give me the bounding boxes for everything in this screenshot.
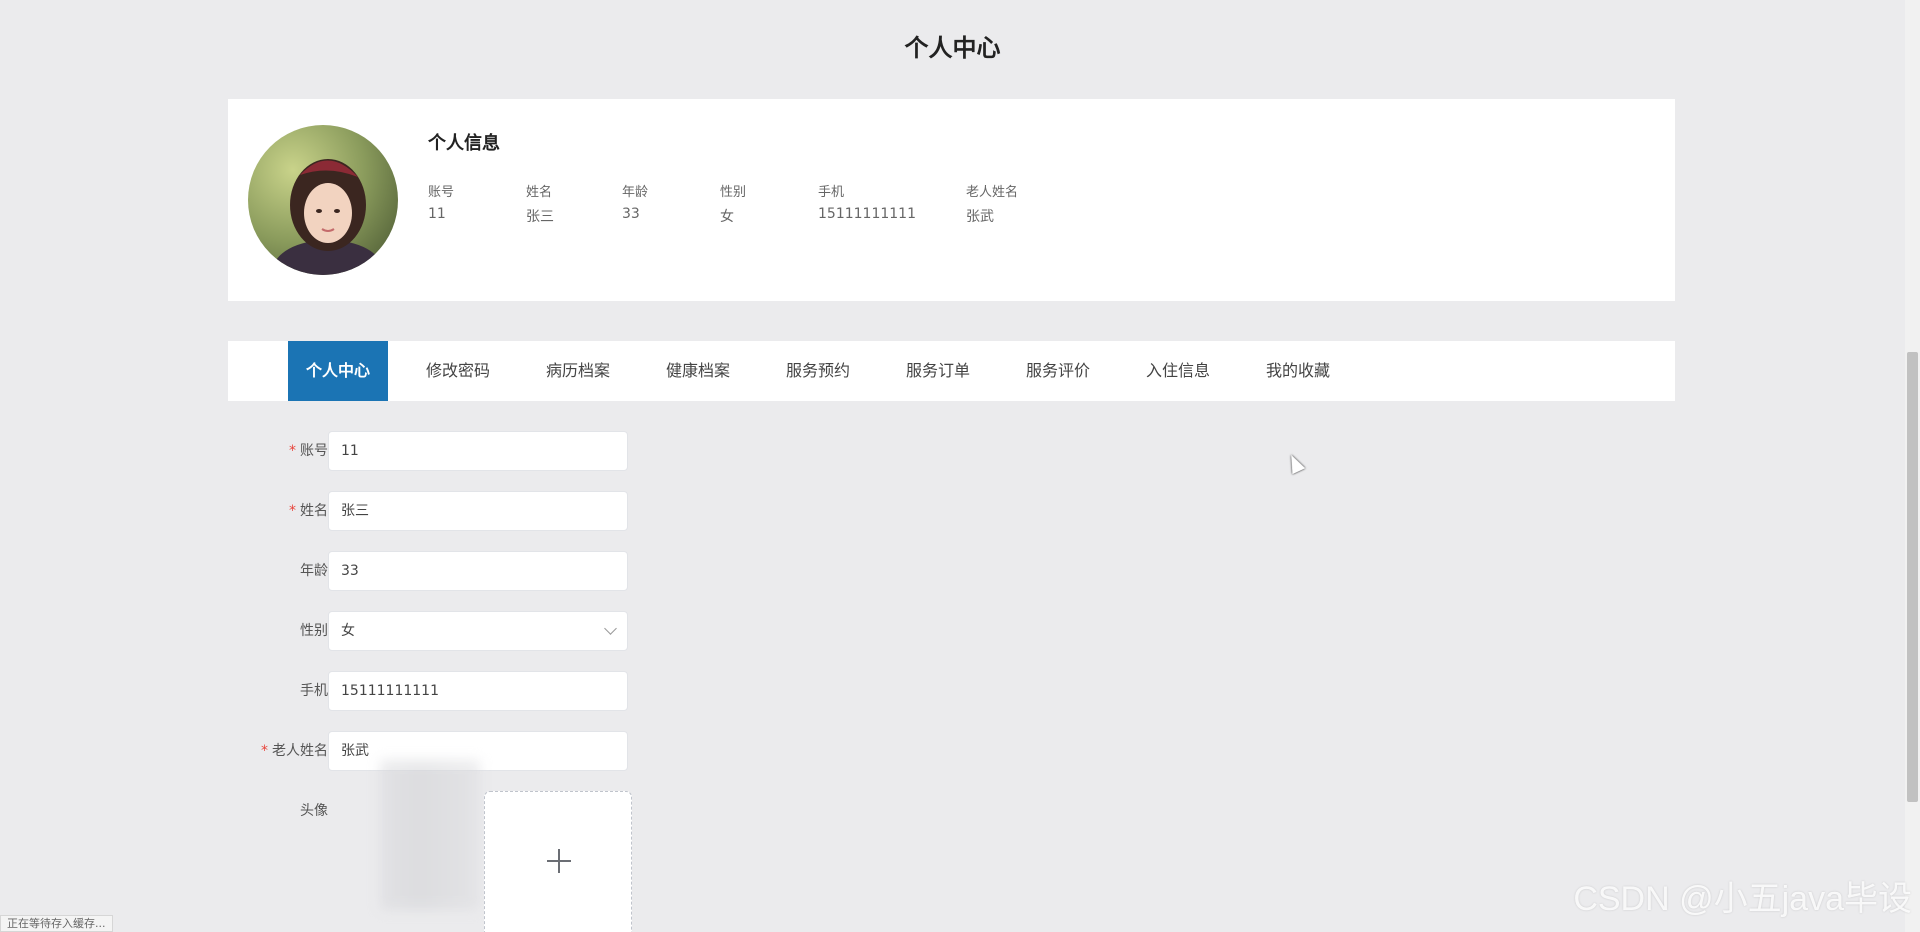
tab-check-in-info[interactable]: 入住信息 (1128, 341, 1228, 401)
mouse-cursor-icon (1284, 451, 1306, 475)
profile-field-label: 账号 (428, 185, 455, 200)
profile-field-value: 张三 (526, 209, 554, 225)
profile-field-label: 性别 (720, 185, 747, 200)
tab-change-password[interactable]: 修改密码 (408, 341, 508, 401)
avatar (248, 125, 398, 275)
avatar-photo (248, 125, 398, 275)
profile-field-account: 账号 11 (428, 181, 454, 222)
profile-field-gender: 性别 女 (720, 181, 746, 226)
tab-medical-records[interactable]: 病历档案 (528, 341, 628, 401)
name-label-text: 姓名 (300, 503, 328, 519)
tab-bar: 个人中心 修改密码 病历档案 健康档案 服务预约 服务订单 服务评价 入住信息 … (228, 341, 1675, 401)
avatar-label: 头像 (300, 803, 328, 819)
profile-heading: 个人信息 (428, 133, 500, 154)
profile-field-value: 33 (622, 206, 640, 222)
phone-label: 手机 (300, 683, 328, 699)
tab-service-reviews[interactable]: 服务评价 (1008, 341, 1108, 401)
tab-service-orders[interactable]: 服务订单 (888, 341, 988, 401)
account-input[interactable]: 11 (328, 431, 628, 471)
profile-field-value: 女 (720, 209, 734, 225)
name-label: * 姓名 (218, 491, 328, 531)
profile-field-name: 姓名 张三 (526, 181, 554, 226)
gender-label: 性别 (300, 623, 328, 639)
page-title: 个人中心 (904, 34, 1001, 62)
phone-input[interactable]: 15111111111 (328, 671, 628, 711)
profile-field-label: 老人姓名 (966, 185, 1019, 200)
browser-status-bar: 正在等待存入缓存... (0, 915, 113, 932)
required-mark: * (289, 503, 296, 519)
plus-icon-vertical (558, 849, 560, 873)
gender-select[interactable]: 女 (328, 611, 628, 651)
tab-health-records[interactable]: 健康档案 (648, 341, 748, 401)
profile-field-elder-name: 老人姓名 张武 (966, 181, 1018, 226)
elder-name-label: * 老人姓名 (218, 731, 328, 771)
tab-my-favorites[interactable]: 我的收藏 (1248, 341, 1348, 401)
profile-field-phone: 手机 15111111111 (818, 181, 916, 222)
scrollbar-thumb[interactable] (1907, 352, 1918, 802)
profile-field-label: 手机 (818, 185, 845, 200)
profile-card: 个人信息 账号 11 姓名 张三 年龄 33 性别 女 手机 151111111… (228, 99, 1675, 301)
elder-name-label-text: 老人姓名 (272, 743, 328, 759)
tab-personal-center[interactable]: 个人中心 (288, 341, 388, 401)
required-mark: * (289, 443, 296, 459)
profile-field-label: 年龄 (622, 185, 649, 200)
profile-field-age: 年龄 33 (622, 181, 648, 222)
tab-service-booking[interactable]: 服务预约 (768, 341, 868, 401)
chevron-down-icon (604, 622, 617, 635)
avatar-preview-blurred (380, 760, 480, 910)
profile-field-label: 姓名 (526, 185, 553, 200)
name-input[interactable]: 张三 (328, 491, 628, 531)
gender-select-value: 女 (341, 623, 355, 639)
scrollbar-track[interactable] (1905, 0, 1920, 932)
profile-field-value: 11 (428, 206, 446, 222)
age-input[interactable]: 33 (328, 551, 628, 591)
account-label-text: 账号 (300, 443, 328, 459)
required-mark: * (261, 743, 268, 759)
profile-field-value: 张武 (966, 209, 994, 225)
watermark: CSDN @小五java毕设 (1573, 880, 1912, 918)
profile-field-value: 15111111111 (818, 206, 916, 222)
account-label: * 账号 (218, 431, 328, 471)
avatar-upload-button[interactable] (484, 791, 632, 932)
age-label: 年龄 (300, 563, 328, 579)
